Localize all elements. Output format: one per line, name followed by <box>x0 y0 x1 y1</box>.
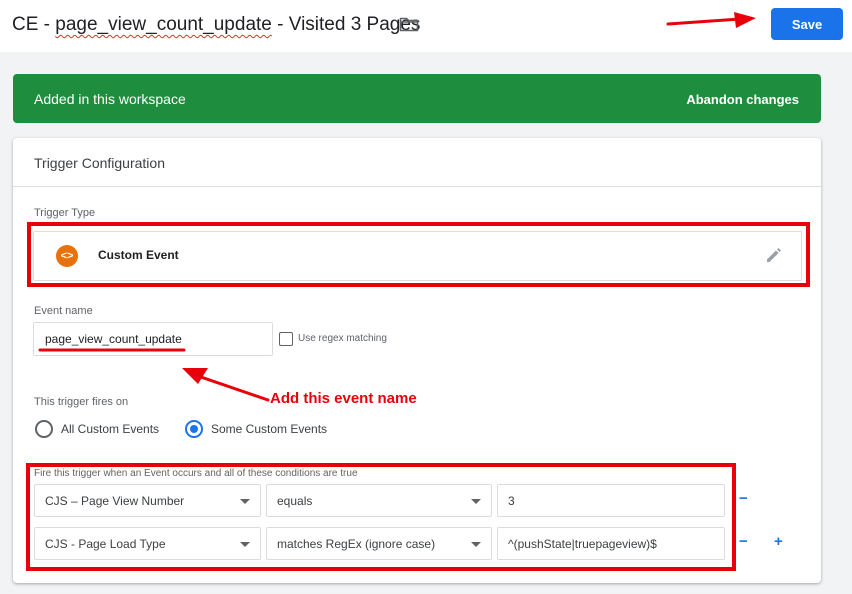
title-prefix: CE - <box>12 14 56 35</box>
card-header: Trigger Configuration <box>13 138 821 187</box>
annotation-box-conditions <box>26 463 736 571</box>
workspace-banner: Added in this workspace Abandon changes <box>13 74 821 123</box>
add-condition-button[interactable]: + <box>774 533 783 550</box>
folder-icon[interactable] <box>399 16 419 32</box>
fires-on-label: This trigger fires on <box>34 396 129 408</box>
radio-some-custom-events[interactable] <box>185 420 203 438</box>
page-title[interactable]: CE - page_view_count_update - Visited 3 … <box>12 14 420 36</box>
regex-checkbox-label: Use regex matching <box>298 333 387 344</box>
trigger-type-label: Trigger Type <box>34 207 96 219</box>
annotation-arrow-save <box>666 12 756 28</box>
annotation-underline <box>38 348 186 352</box>
card-title: Trigger Configuration <box>34 155 165 171</box>
condition-1-remove-button[interactable]: − <box>739 490 748 507</box>
radio-all-custom-events[interactable] <box>35 420 53 438</box>
event-name-label: Event name <box>34 305 93 317</box>
annotation-box-trigger-type <box>27 222 810 287</box>
title-event-name: page_view_count_update <box>55 14 272 35</box>
banner-text: Added in this workspace <box>34 91 186 107</box>
regex-checkbox[interactable] <box>279 332 293 346</box>
annotation-arrow-event-name <box>182 368 270 402</box>
save-button[interactable]: Save <box>771 8 843 40</box>
annotation-text: Add this event name <box>270 390 417 407</box>
radio-some-custom-events-label: Some Custom Events <box>211 422 328 436</box>
radio-all-custom-events-label: All Custom Events <box>61 422 160 436</box>
abandon-changes-button[interactable]: Abandon changes <box>686 92 799 107</box>
condition-2-remove-button[interactable]: − <box>739 533 748 550</box>
